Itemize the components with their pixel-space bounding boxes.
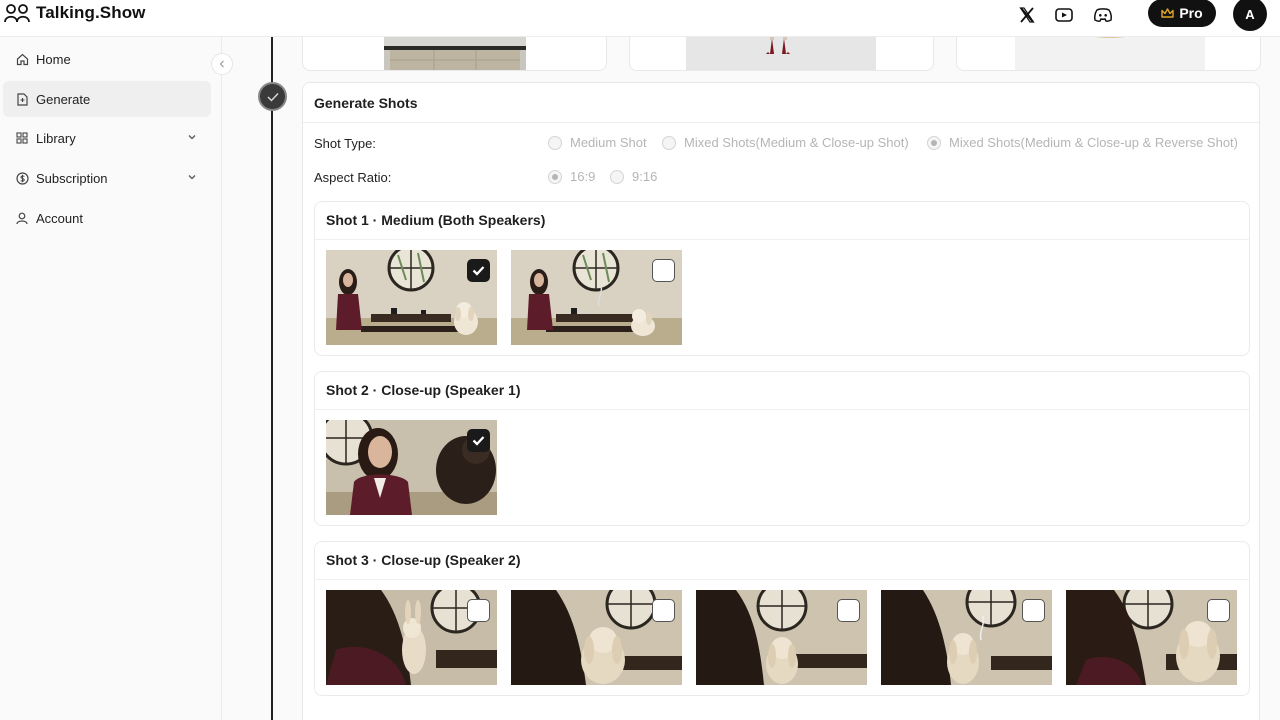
divider: [303, 122, 1259, 123]
select-checkbox[interactable]: [467, 599, 490, 622]
option-label: Mixed Shots(Medium & Close-up & Reverse …: [949, 135, 1239, 150]
brand[interactable]: Talking.Show: [4, 3, 146, 23]
shot-image[interactable]: [326, 250, 497, 345]
collapse-sidebar-button[interactable]: [211, 53, 233, 75]
check-icon: [472, 266, 485, 276]
shot-image[interactable]: [696, 590, 867, 685]
top-header: Talking.Show Pro A: [0, 0, 1280, 37]
aspect-ratio-option-16-9[interactable]: 16:9: [548, 169, 595, 184]
chevron-down-icon: [188, 175, 196, 180]
shot-card-2: Shot 2 · Close-up (Speaker 1): [314, 371, 1250, 526]
user-icon: [15, 211, 29, 225]
main-content: Generate Shots Shot Type: Medium Shot Mi…: [223, 27, 1280, 720]
section-title: Generate Shots: [314, 95, 418, 111]
select-checkbox[interactable]: [652, 599, 675, 622]
divider: [315, 239, 1249, 240]
chevron-left-icon: [219, 60, 224, 68]
select-checkbox[interactable]: [652, 259, 675, 282]
shot-card-1: Shot 1 · Medium (Both Speakers): [314, 201, 1250, 356]
shot-title: Shot 2 · Close-up (Speaker 1): [326, 382, 521, 398]
shot-image[interactable]: [326, 590, 497, 685]
select-checkbox[interactable]: [467, 429, 490, 452]
shot-title: Shot 3 · Close-up (Speaker 2): [326, 552, 521, 568]
sidebar-item-library[interactable]: Library: [3, 120, 211, 156]
pro-label: Pro: [1179, 5, 1203, 21]
discord-icon[interactable]: [1092, 4, 1114, 26]
shot-image[interactable]: [511, 250, 682, 345]
grid-icon: [15, 131, 29, 145]
generate-shots-card: Generate Shots Shot Type: Medium Shot Mi…: [302, 82, 1260, 720]
option-label: 9:16: [632, 169, 658, 184]
sidebar-item-label: Library: [36, 130, 76, 146]
sidebar: Home Generate Library Subscription Accou…: [0, 37, 222, 720]
chevron-down-icon: [188, 135, 196, 140]
avatar[interactable]: A: [1233, 0, 1267, 31]
sidebar-item-subscription[interactable]: Subscription: [3, 160, 211, 196]
shot-type-label: Shot Type:: [314, 136, 376, 151]
sidebar-item-label: Subscription: [36, 170, 108, 186]
divider: [315, 579, 1249, 580]
divider: [315, 409, 1249, 410]
sidebar-item-label: Home: [36, 51, 71, 67]
dollar-icon: [15, 171, 29, 185]
select-checkbox[interactable]: [467, 259, 490, 282]
sidebar-item-home[interactable]: Home: [3, 41, 211, 77]
shot-card-3: Shot 3 · Close-up (Speaker 2): [314, 541, 1250, 696]
shot-image[interactable]: [511, 590, 682, 685]
shot-type-option-mixed-2[interactable]: Mixed Shots(Medium & Close-up Shot): [662, 135, 909, 150]
shot-type-option-medium[interactable]: Medium Shot: [548, 135, 647, 150]
option-label: Mixed Shots(Medium & Close-up Shot): [684, 135, 909, 150]
shot-type-option-mixed-3[interactable]: Mixed Shots(Medium & Close-up & Reverse …: [927, 135, 1238, 150]
aspect-ratio-option-9-16[interactable]: 9:16: [610, 169, 657, 184]
app-name: Talking.Show: [36, 3, 146, 22]
sidebar-item-label: Generate: [36, 91, 91, 107]
option-label: 16:9: [570, 169, 596, 184]
select-checkbox[interactable]: [1207, 599, 1230, 622]
option-label: Medium Shot: [570, 135, 647, 150]
x-twitter-icon[interactable]: [1016, 4, 1038, 26]
radio-button[interactable]: [662, 135, 676, 150]
pro-button[interactable]: Pro: [1148, 0, 1216, 27]
radio-button[interactable]: [548, 169, 562, 184]
select-checkbox[interactable]: [1022, 599, 1045, 622]
select-checkbox[interactable]: [837, 599, 860, 622]
home-icon: [15, 52, 29, 66]
radio-button[interactable]: [927, 135, 941, 150]
shot-image[interactable]: [326, 420, 497, 515]
shot-image[interactable]: [1066, 590, 1237, 685]
shot-image[interactable]: [881, 590, 1052, 685]
sidebar-item-account[interactable]: Account: [3, 200, 211, 236]
sidebar-item-label: Account: [36, 210, 83, 226]
youtube-icon[interactable]: [1053, 4, 1075, 26]
crown-icon: [1161, 7, 1175, 18]
radio-button[interactable]: [610, 169, 624, 184]
logo-icon: [4, 4, 30, 23]
check-icon: [267, 92, 279, 102]
timeline-line: [271, 37, 273, 720]
check-icon: [472, 436, 485, 446]
aspect-ratio-label: Aspect Ratio:: [314, 170, 392, 185]
sidebar-item-generate[interactable]: Generate: [3, 81, 211, 117]
radio-button[interactable]: [548, 135, 562, 150]
document-icon: [15, 92, 29, 106]
step-complete-indicator: [258, 82, 287, 111]
shot-title: Shot 1 · Medium (Both Speakers): [326, 212, 546, 228]
